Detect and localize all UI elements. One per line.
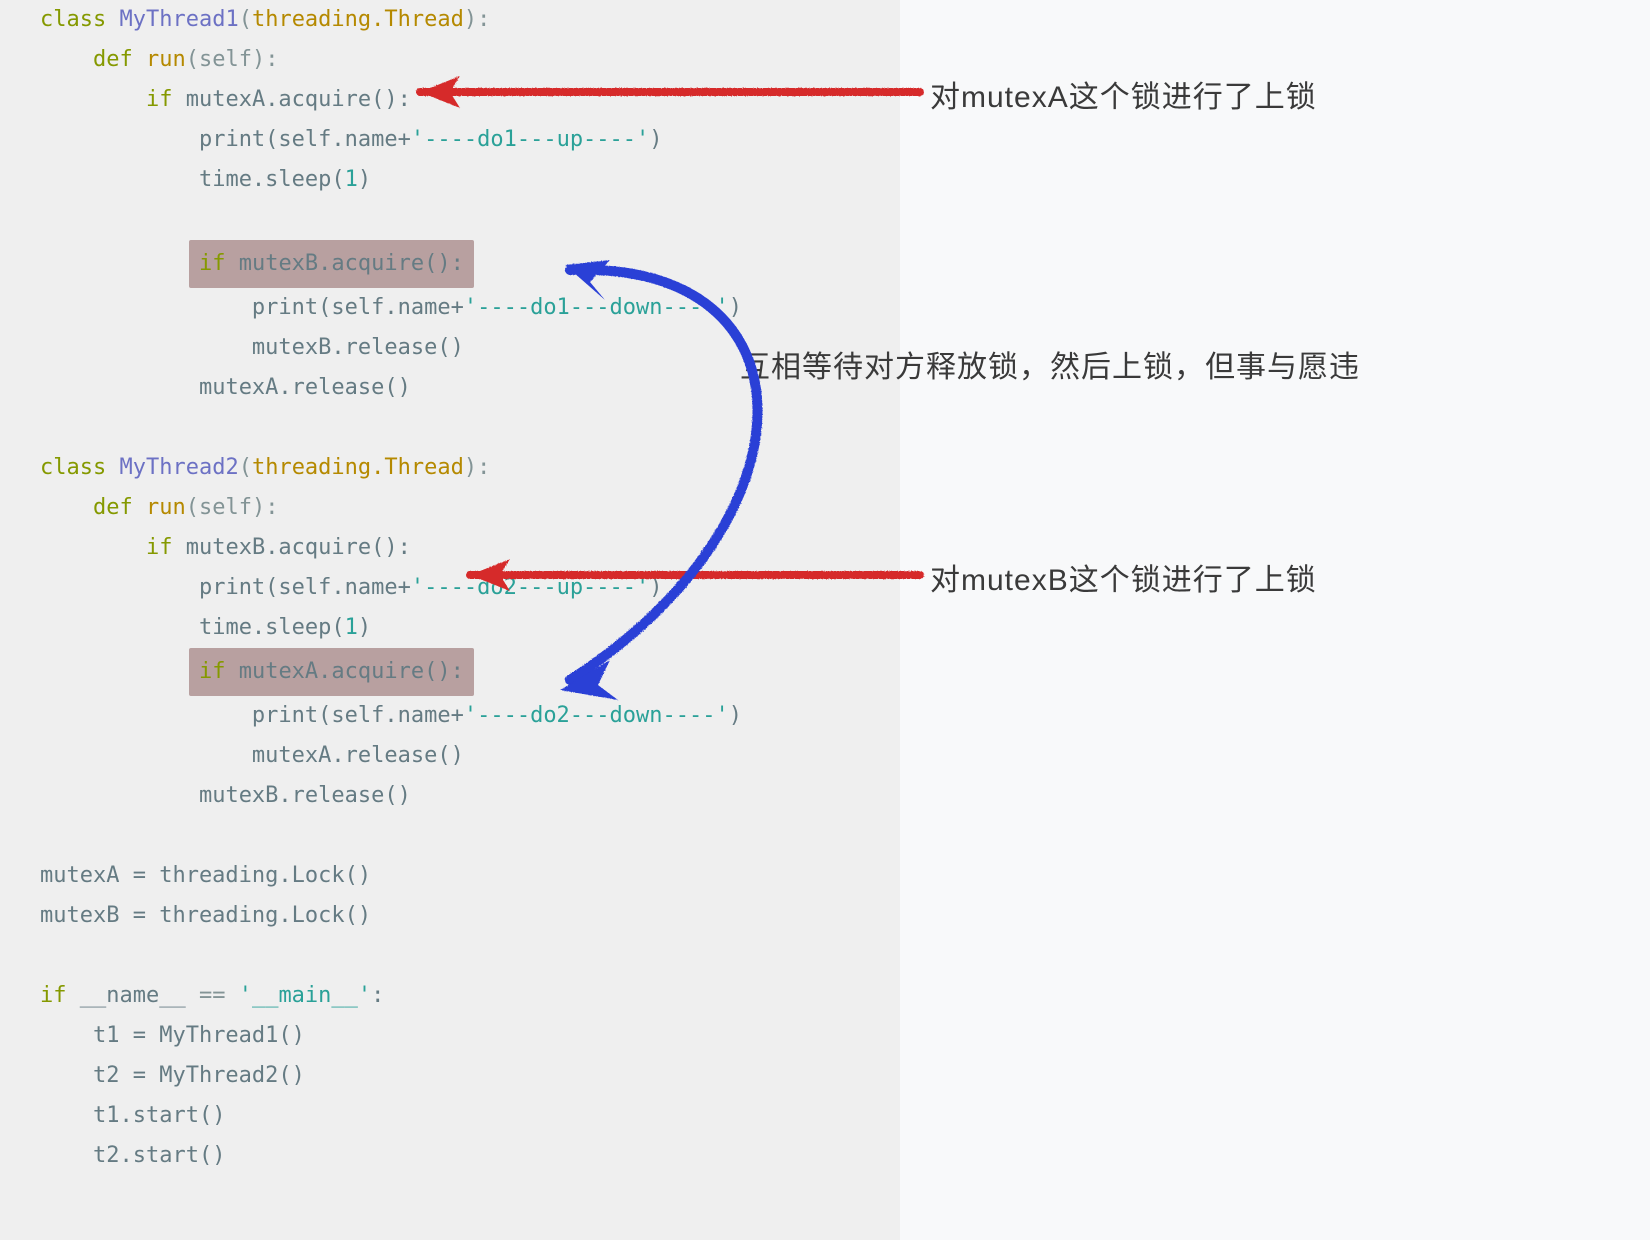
call: time.sleep( bbox=[199, 167, 345, 192]
args: (self): bbox=[186, 47, 279, 72]
statement: t2 = MyThread2() bbox=[93, 1063, 305, 1088]
string: '----do1---up----' bbox=[411, 127, 649, 152]
call: time.sleep( bbox=[199, 615, 345, 640]
rparen: ) bbox=[729, 295, 742, 320]
keyword-if: if bbox=[199, 659, 239, 684]
keyword-if: if bbox=[146, 87, 186, 112]
call: print(self.name+ bbox=[252, 295, 464, 320]
keyword-class: class bbox=[40, 455, 119, 480]
rparen: ) bbox=[729, 703, 742, 728]
rparen: ) bbox=[358, 167, 371, 192]
annotation-mutex-a: 对mutexA这个锁进行了上锁 bbox=[930, 72, 1317, 116]
class-name: MyThread1 bbox=[119, 7, 238, 32]
number: 1 bbox=[345, 615, 358, 640]
operator: == bbox=[186, 983, 239, 1008]
keyword-if: if bbox=[146, 535, 186, 560]
paren: ): bbox=[464, 455, 491, 480]
keyword-def: def bbox=[93, 495, 146, 520]
statement: mutexA = threading.Lock() bbox=[40, 863, 371, 888]
string: '----do2---up----' bbox=[411, 575, 649, 600]
string: '----do1---down----' bbox=[464, 295, 729, 320]
highlight-box-2: if mutexA.acquire(): bbox=[189, 648, 474, 696]
string: '__main__' bbox=[239, 983, 371, 1008]
statement: mutexB = threading.Lock() bbox=[40, 903, 371, 928]
statement: t1.start() bbox=[93, 1103, 225, 1128]
args: (self): bbox=[186, 495, 279, 520]
call: mutexB.release() bbox=[199, 783, 411, 808]
call: mutexA.release() bbox=[199, 375, 411, 400]
call: print(self.name+ bbox=[199, 127, 411, 152]
keyword-def: def bbox=[93, 47, 146, 72]
dunder: __name__ bbox=[80, 983, 186, 1008]
code-block: class MyThread1(threading.Thread): def r… bbox=[0, 0, 900, 1176]
number: 1 bbox=[345, 167, 358, 192]
call: print(self.name+ bbox=[199, 575, 411, 600]
method-name: run bbox=[146, 47, 186, 72]
annotation-deadlock: 互相等待对方释放锁，然后上锁，但事与愿违 bbox=[740, 342, 1360, 386]
code-panel: class MyThread1(threading.Thread): def r… bbox=[0, 0, 900, 1240]
base-class: threading.Thread bbox=[252, 455, 464, 480]
class-name: MyThread2 bbox=[119, 455, 238, 480]
call: mutexB.release() bbox=[252, 335, 464, 360]
base-class: threading.Thread bbox=[252, 7, 464, 32]
call: print(self.name+ bbox=[252, 703, 464, 728]
colon: : bbox=[371, 983, 384, 1008]
call: mutexA.release() bbox=[252, 743, 464, 768]
keyword-if: if bbox=[40, 983, 80, 1008]
annotation-mutex-b: 对mutexB这个锁进行了上锁 bbox=[930, 555, 1317, 599]
statement: t2.start() bbox=[93, 1143, 225, 1168]
keyword-class: class bbox=[40, 7, 119, 32]
rparen: ) bbox=[358, 615, 371, 640]
condition: mutexA.acquire(): bbox=[239, 659, 464, 684]
rparen: ) bbox=[649, 575, 662, 600]
paren: ( bbox=[239, 7, 252, 32]
highlight-box-1: if mutexB.acquire(): bbox=[189, 240, 474, 288]
string: '----do2---down----' bbox=[464, 703, 729, 728]
method-name: run bbox=[146, 495, 186, 520]
condition: mutexB.acquire(): bbox=[239, 251, 464, 276]
rparen: ) bbox=[649, 127, 662, 152]
condition: mutexA.acquire(): bbox=[186, 87, 411, 112]
paren: ( bbox=[239, 455, 252, 480]
paren: ): bbox=[464, 7, 491, 32]
statement: t1 = MyThread1() bbox=[93, 1023, 305, 1048]
keyword-if: if bbox=[199, 251, 239, 276]
condition: mutexB.acquire(): bbox=[186, 535, 411, 560]
